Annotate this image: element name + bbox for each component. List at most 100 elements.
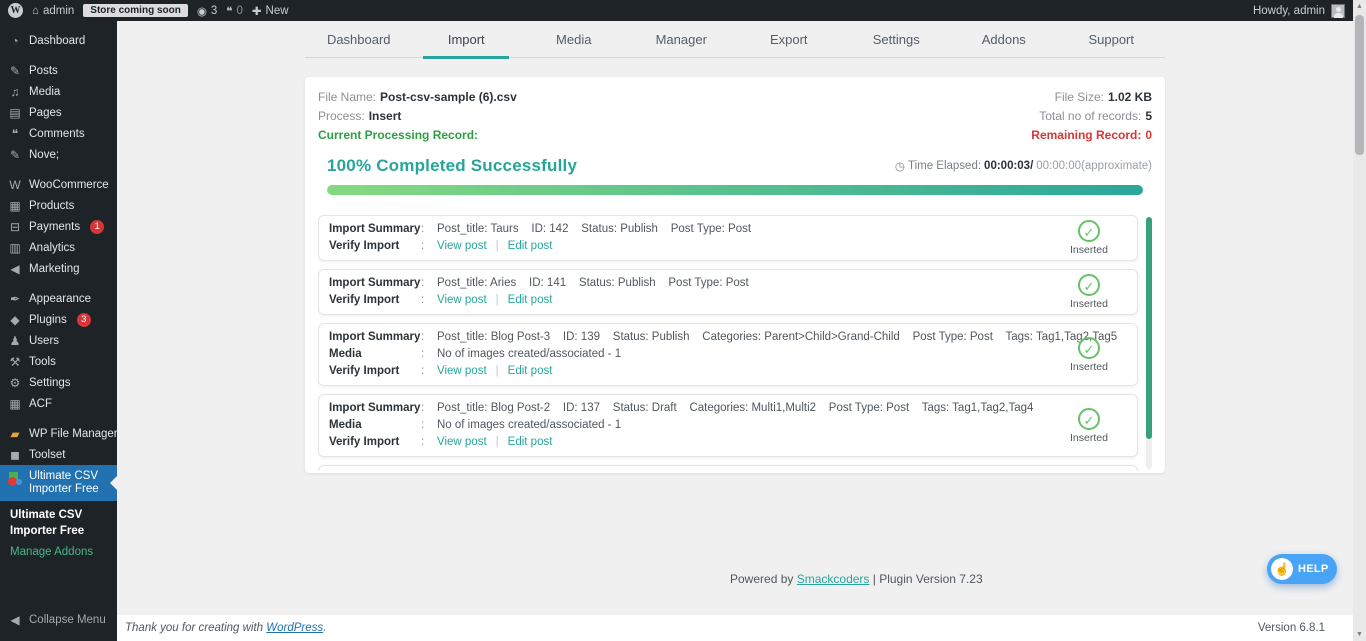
tab-media[interactable]: Media — [520, 21, 628, 57]
new-label: New — [266, 5, 289, 17]
sidebar-item-wp-file-manager[interactable]: ▰WP File Manager — [0, 423, 117, 444]
import-summary-list: Import Summary:Post_title: Taurs ID: 142… — [318, 215, 1152, 471]
file-name-value: Post-csv-sample (6).csv — [380, 88, 517, 107]
view-post-link[interactable]: View post — [437, 293, 487, 308]
sidebar-item-marketing[interactable]: ◀Marketing — [0, 258, 117, 279]
time-approximate-value: 00:00:00(approximate) — [1036, 160, 1152, 172]
powered-by-text: Powered by — [730, 572, 793, 586]
wordpress-link[interactable]: WordPress — [266, 622, 323, 634]
dashboard-icon: ◔ — [8, 34, 22, 48]
avatar[interactable] — [1331, 4, 1345, 18]
sidebar-item-users[interactable]: ♟Users — [0, 330, 117, 351]
list-scrollbar[interactable] — [1146, 217, 1152, 469]
total-records-value: 5 — [1145, 107, 1152, 126]
sidebar-item-analytics[interactable]: ▥Analytics — [0, 237, 117, 258]
row-media-text: No of images created/associated - 1 — [437, 347, 621, 362]
row-media-text: No of images created/associated - 1 — [437, 418, 621, 433]
submenu-item-ultimate-csv-importer[interactable]: Ultimate CSV Importer Free — [10, 508, 111, 539]
sidebar-item-tools[interactable]: ⚒Tools — [0, 351, 117, 372]
brush-icon: ✒ — [8, 292, 22, 306]
process-value: Insert — [369, 107, 402, 126]
row-status: ✓Inserted — [1059, 337, 1119, 373]
site-name: admin — [43, 5, 74, 17]
eye-icon: ◉ — [197, 4, 207, 18]
megaphone-icon: ◀ — [8, 262, 22, 276]
total-records-label: Total no of records: — [1039, 107, 1141, 126]
sidebar-item-payments[interactable]: ⊟Payments1 — [0, 216, 117, 237]
edit-post-link[interactable]: Edit post — [508, 364, 553, 379]
edit-post-link[interactable]: Edit post — [508, 239, 553, 254]
settings-icon: ⚙ — [8, 376, 22, 390]
howdy-menu[interactable]: Howdy, admin — [1253, 5, 1325, 17]
check-icon: ✓ — [1078, 408, 1100, 430]
row-summary-text: Post_title: Aries ID: 141 Status: Publis… — [437, 276, 749, 291]
active-item-label: Ultimate CSV Importer Free — [29, 470, 113, 496]
sidebar-item-pages[interactable]: ▤Pages — [0, 102, 117, 123]
plugin-tab-bar: Dashboard Import Media Manager Export Se… — [305, 21, 1165, 58]
tab-manager[interactable]: Manager — [628, 21, 736, 57]
sidebar-item-toolset[interactable]: ◼Toolset — [0, 444, 117, 465]
sidebar-item-comments[interactable]: ❝Comments — [0, 123, 117, 144]
sidebar-item-woocommerce[interactable]: WWooCommerce — [0, 174, 117, 195]
woocommerce-icon: W — [8, 178, 22, 192]
scroll-down-arrow[interactable]: ▼ — [1353, 631, 1366, 638]
view-post-link[interactable]: View post — [437, 435, 487, 450]
sidebar-item-posts[interactable]: ✎Posts — [0, 60, 117, 81]
tab-import[interactable]: Import — [413, 21, 521, 57]
sidebar-item-dashboard[interactable]: ◔Dashboard — [0, 30, 117, 51]
row-summary-text: Post_title: Blog Post-2 ID: 137 Status: … — [437, 401, 1033, 416]
submenu-item-manage-addons[interactable]: Manage Addons — [10, 546, 111, 558]
csv-importer-icon — [8, 472, 22, 486]
site-name-menu[interactable]: ⌂ admin — [32, 5, 74, 17]
view-post-link[interactable]: View post — [437, 364, 487, 379]
wp-footer: Thank you for creating with WordPress. V… — [117, 615, 1353, 641]
sidebar-item-products[interactable]: ▦Products — [0, 195, 117, 216]
list-scrollbar-thumb[interactable] — [1146, 217, 1152, 439]
updates-menu[interactable]: ◉ 3 — [197, 4, 217, 18]
sidebar-item-media[interactable]: ♫Media — [0, 81, 117, 102]
collapse-menu-button[interactable]: ◀ Collapse Menu — [0, 613, 106, 627]
row-summary-text: Post_title: Taurs ID: 142 Status: Publis… — [437, 222, 751, 237]
remaining-record-label: Remaining Record: — [1031, 126, 1141, 145]
progress-bar — [327, 185, 1143, 195]
sidebar-item-ultimate-csv-importer[interactable]: Ultimate CSV Importer Free — [0, 465, 117, 501]
window-scrollbar-thumb[interactable] — [1355, 15, 1364, 155]
edit-post-link[interactable]: Edit post — [508, 293, 553, 308]
sidebar-item-plugins[interactable]: ◆Plugins3 — [0, 309, 117, 330]
wordpress-menu[interactable]: W — [8, 3, 23, 18]
tab-dashboard[interactable]: Dashboard — [305, 21, 413, 57]
acf-icon: ▦ — [8, 397, 22, 411]
scroll-up-arrow[interactable]: ▲ — [1353, 3, 1366, 10]
tab-support[interactable]: Support — [1058, 21, 1166, 57]
sidebar-item-appearance[interactable]: ✒Appearance — [0, 288, 117, 309]
progress-title: 100% Completed Successfully — [318, 156, 577, 176]
sidebar-item-acf[interactable]: ▦ACF — [0, 393, 117, 414]
new-content-menu[interactable]: ✚ New — [252, 4, 289, 18]
csv-importer-submenu: Ultimate CSV Importer Free Manage Addons — [0, 501, 117, 562]
import-summary-row: Import Summary:Post_title: Taurs ID: 142… — [318, 215, 1138, 261]
smackcoders-link[interactable]: Smackcoders — [797, 572, 870, 586]
tab-export[interactable]: Export — [735, 21, 843, 57]
view-post-link[interactable]: View post — [437, 239, 487, 254]
wp-version-text: Version 6.8.1 — [1258, 622, 1325, 634]
sidebar-item-settings[interactable]: ⚙Settings — [0, 372, 117, 393]
comments-menu[interactable]: ❝ 0 — [226, 4, 243, 18]
file-size-label: File Size: — [1055, 88, 1104, 107]
store-coming-soon-badge[interactable]: Store coming soon — [83, 4, 188, 17]
media-icon: ♫ — [8, 85, 22, 99]
window-scrollbar[interactable]: ▲ ▼ — [1353, 0, 1366, 641]
comments-count: 0 — [237, 5, 243, 17]
row-status: ✓Inserted — [1059, 408, 1119, 444]
analytics-icon: ▥ — [8, 241, 22, 255]
row-status: ✓Inserted — [1059, 274, 1119, 310]
edit-post-link[interactable]: Edit post — [508, 435, 553, 450]
time-elapsed-label: Time Elapsed: — [908, 160, 981, 172]
help-button[interactable]: ☝ HELP — [1267, 554, 1337, 584]
home-icon: ⌂ — [32, 5, 39, 17]
tab-settings[interactable]: Settings — [843, 21, 951, 57]
plugin-footer: Powered by Smackcoders | Plugin Version … — [730, 572, 983, 586]
tab-addons[interactable]: Addons — [950, 21, 1058, 57]
sidebar-item-nove[interactable]: ✎Nove; — [0, 144, 117, 165]
clock-icon: ◷ — [895, 159, 905, 173]
check-icon: ✓ — [1078, 274, 1100, 296]
